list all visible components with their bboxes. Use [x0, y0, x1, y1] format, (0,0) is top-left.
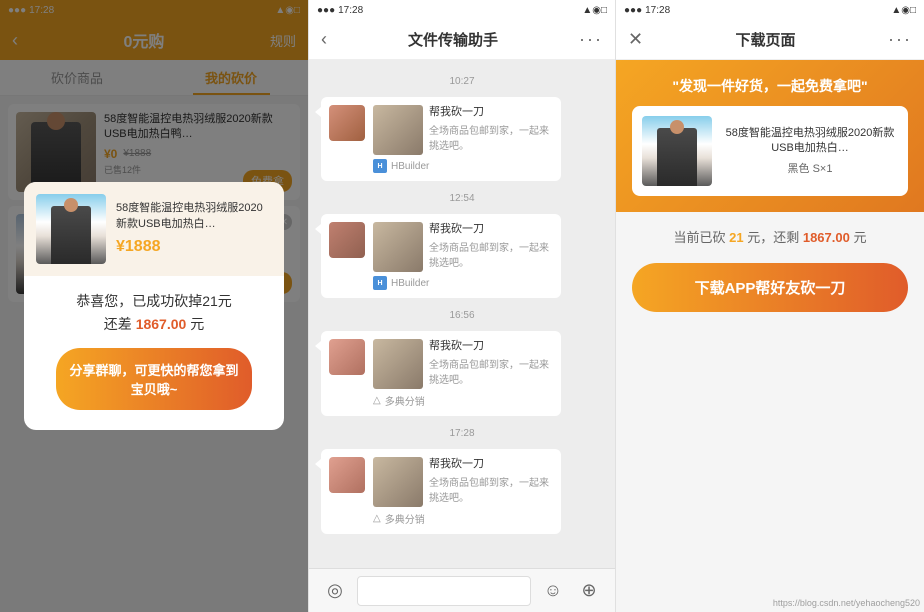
status-bar-2: ●●● 17:28 ▲◉□	[309, 0, 615, 20]
status-signal-3: ●●● 17:28	[624, 5, 670, 16]
download-product-spec: 黑色 S×1	[722, 160, 898, 176]
chat-content-1: 帮我砍一刀 全场商品包邮到家，一起来挑选吧。 H HBuilder	[373, 105, 553, 173]
list-item: 帮我砍一刀 全场商品包邮到家，一起来挑选吧。 H HBuilder	[321, 97, 603, 181]
popup-overlay: 58度智能温控电热羽绒服2020新款USB电加热白… ¥1888 恭喜您，已成功…	[0, 0, 308, 612]
chat-avatar-3	[329, 339, 365, 375]
list-item: 帮我砍一刀 全场商品包邮到家，一起来挑选吧。 △ 多典分销	[321, 331, 603, 416]
bottom-right-icons: ☺ ⊕	[539, 577, 603, 605]
download-product-card: 58度智能温控电热羽绒服2020新款USB电加热白… 黑色 S×1	[632, 106, 908, 196]
phone-1: ●●● 17:28 ▲◉□ ‹ 0元购 规则 砍价商品 我的砍价	[0, 0, 308, 612]
chat-source-1: H HBuilder	[373, 159, 553, 173]
chat-card-title-2: 帮我砍一刀	[429, 222, 553, 237]
chat-card-desc-3: 全场商品包邮到家，一起来挑选吧。	[429, 356, 553, 386]
list-item: 帮我砍一刀 全场商品包邮到家，一起来挑选吧。 H HBuilder	[321, 214, 603, 298]
chat-card-4: 帮我砍一刀 全场商品包邮到家，一起来挑选吧。	[373, 457, 553, 507]
chat-content-4: 帮我砍一刀 全场商品包邮到家，一起来挑选吧。 △ 多典分销	[373, 457, 553, 526]
chat-source-2: H HBuilder	[373, 276, 553, 290]
chat-card-image-1	[373, 105, 423, 155]
chat-avatar-1	[329, 105, 365, 141]
status-bar-3: ●●● 17:28 ▲◉□	[616, 0, 924, 20]
remaining-amount: 1867.00	[803, 230, 850, 245]
hero-banner-text: "发现一件好货，一起免费拿吧"	[632, 76, 908, 96]
chat-card-image-2	[373, 222, 423, 272]
chat-bubble-2[interactable]: 帮我砍一刀 全场商品包邮到家，一起来挑选吧。 H HBuilder	[321, 214, 561, 298]
hbuilder-icon-2: H	[373, 276, 387, 290]
popup-product-price: ¥1888	[116, 238, 272, 256]
chat-source-3: △ 多典分销	[373, 393, 553, 408]
back-button-2[interactable]: ‹	[321, 29, 327, 50]
popup-body: 恭喜您，已成功砍掉21元 还差 1867.00 元 分享群聊，可更快的帮您拿到宝…	[24, 276, 284, 410]
add-icon[interactable]: ⊕	[575, 577, 603, 605]
status-icons-2: ▲◉□	[582, 5, 607, 16]
emoji-icon[interactable]: ☺	[539, 577, 567, 605]
download-app-button[interactable]: 下载APP帮好友砍一刀	[632, 263, 908, 312]
status-icons-3: ▲◉□	[891, 5, 916, 16]
more-button-3[interactable]: ···	[888, 29, 912, 50]
chat-card-2: 帮我砍一刀 全场商品包邮到家，一起来挑选吧。	[373, 222, 553, 272]
chat-time-1: 10:27	[309, 76, 615, 87]
popup-product-name: 58度智能温控电热羽绒服2020新款USB电加热白…	[116, 201, 272, 232]
chat-bubble-1[interactable]: 帮我砍一刀 全场商品包邮到家，一起来挑选吧。 H HBuilder	[321, 97, 561, 181]
multi-icon-4: △	[373, 513, 381, 524]
popup-product-info: 58度智能温控电热羽绒服2020新款USB电加热白… ¥1888	[116, 201, 272, 256]
page-title-2: 文件传输助手	[408, 29, 498, 50]
chat-time-3: 16:56	[309, 310, 615, 321]
popup-product-area: 58度智能温控电热羽绒服2020新款USB电加热白… ¥1888	[24, 182, 284, 276]
chat-card-1: 帮我砍一刀 全场商品包邮到家，一起来挑选吧。	[373, 105, 553, 155]
multi-icon-3: △	[373, 395, 381, 406]
chat-time-4: 17:28	[309, 428, 615, 439]
download-product-name: 58度智能温控电热羽绒服2020新款USB电加热白…	[722, 126, 898, 157]
phone-2: ●●● 17:28 ▲◉□ ‹ 文件传输助手 ··· 10:27 帮我砍一刀 全…	[308, 0, 616, 612]
chat-content-2: 帮我砍一刀 全场商品包邮到家，一起来挑选吧。 H HBuilder	[373, 222, 553, 290]
chat-source-4: △ 多典分销	[373, 511, 553, 526]
chat-time-2: 12:54	[309, 193, 615, 204]
voice-icon[interactable]: ◎	[321, 577, 349, 605]
nav-bar-2: ‹ 文件传输助手 ···	[309, 20, 615, 60]
popup-product-image	[36, 194, 106, 264]
popup-diff-text: 还差 1867.00 元	[40, 314, 268, 334]
phone-3: ●●● 17:28 ▲◉□ ✕ 下载页面 ··· "发现一件好货，一起免费拿吧"…	[616, 0, 924, 612]
chat-card-image-4	[373, 457, 423, 507]
chat-area: 10:27 帮我砍一刀 全场商品包邮到家，一起来挑选吧。 H	[309, 60, 615, 568]
chat-card-title-1: 帮我砍一刀	[429, 105, 553, 120]
popup-share-button[interactable]: 分享群聊，可更快的帮您拿到宝贝哦~	[56, 348, 252, 410]
download-content: "发现一件好货，一起免费拿吧" 58度智能温控电热羽绒服2020新款USB电加热…	[616, 60, 924, 612]
chat-card-3: 帮我砍一刀 全场商品包邮到家，一起来挑选吧。	[373, 339, 553, 389]
chat-card-title-3: 帮我砍一刀	[429, 339, 553, 354]
popup-success-text: 恭喜您，已成功砍掉21元	[40, 290, 268, 312]
more-button-2[interactable]: ···	[579, 29, 603, 50]
chat-card-image-3	[373, 339, 423, 389]
list-item: 帮我砍一刀 全场商品包邮到家，一起来挑选吧。 △ 多典分销	[321, 449, 603, 534]
chat-card-title-4: 帮我砍一刀	[429, 457, 553, 472]
chat-input[interactable]	[357, 576, 531, 606]
saved-amount: 21	[729, 230, 743, 245]
chat-bubble-3[interactable]: 帮我砍一刀 全场商品包邮到家，一起来挑选吧。 △ 多典分销	[321, 331, 561, 416]
watermark: https://blog.csdn.net/yehaocheng520	[773, 598, 920, 608]
download-product-info: 58度智能温控电热羽绒服2020新款USB电加热白… 黑色 S×1	[722, 126, 898, 177]
page-title-3: 下载页面	[736, 29, 796, 50]
chat-content-3: 帮我砍一刀 全场商品包邮到家，一起来挑选吧。 △ 多典分销	[373, 339, 553, 408]
chat-bubble-4[interactable]: 帮我砍一刀 全场商品包邮到家，一起来挑选吧。 △ 多典分销	[321, 449, 561, 534]
chat-card-desc-2: 全场商品包邮到家，一起来挑选吧。	[429, 239, 553, 269]
chat-card-desc-4: 全场商品包邮到家，一起来挑选吧。	[429, 474, 553, 504]
close-button-3[interactable]: ✕	[628, 29, 643, 50]
popup-diff-amount: 1867.00	[136, 316, 187, 332]
hbuilder-icon-1: H	[373, 159, 387, 173]
download-product-image	[642, 116, 712, 186]
hero-banner: "发现一件好货，一起免费拿吧" 58度智能温控电热羽绒服2020新款USB电加热…	[616, 60, 924, 212]
chat-avatar-4	[329, 457, 365, 493]
nav-bar-3: ✕ 下载页面 ···	[616, 20, 924, 60]
popup-box: 58度智能温控电热羽绒服2020新款USB电加热白… ¥1888 恭喜您，已成功…	[24, 182, 284, 430]
chat-avatar-2	[329, 222, 365, 258]
chat-card-desc-1: 全场商品包邮到家，一起来挑选吧。	[429, 122, 553, 152]
bottom-bar-2: ◎ ☺ ⊕	[309, 568, 615, 612]
stats-area: 当前已砍 21 元，还剩 1867.00 元	[616, 212, 924, 263]
status-signal-2: ●●● 17:28	[317, 5, 363, 16]
